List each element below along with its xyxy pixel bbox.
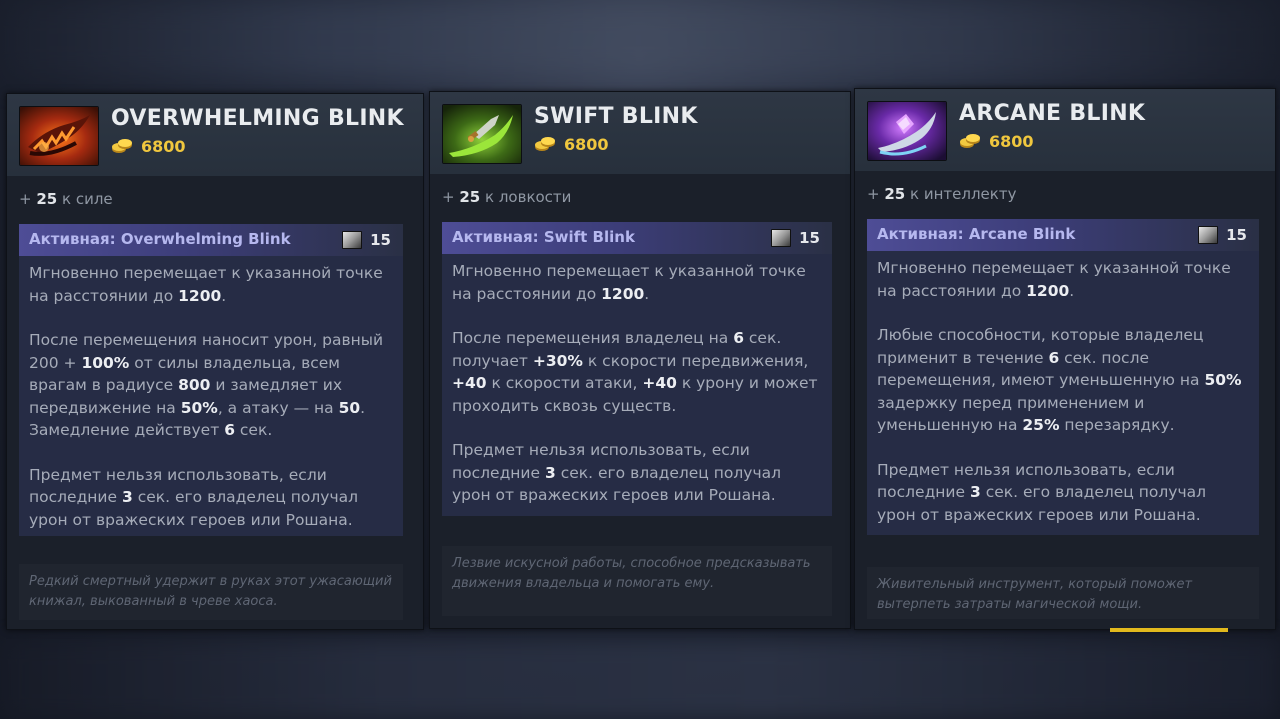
lore-section: Лезвие искусной работы, способное предск… xyxy=(442,546,832,616)
cooldown-indicator: 15 xyxy=(771,229,820,247)
stat-bonus: + 25 к интеллекту xyxy=(867,185,1016,203)
desc-paragraph-1: Мгновенно перемещает к указанной точке н… xyxy=(877,259,1231,300)
desc-paragraph-2: После перемещения владелец на 6 сек. пол… xyxy=(452,329,818,415)
stat-prefix: + xyxy=(442,188,455,206)
item-title: OVERWHELMING BLINK xyxy=(111,106,404,131)
lore-text: Редкий смертный удержит в руках этот ужа… xyxy=(29,574,392,609)
desc-paragraph-2: Любые способности, которые владелец прим… xyxy=(877,326,1242,434)
desc-paragraph-3: Предмет нельзя использовать, если послед… xyxy=(29,465,359,529)
item-cost: 6800 xyxy=(959,131,1034,151)
active-ability-title: Активная: Swift Blink xyxy=(452,228,635,246)
stat-prefix: + xyxy=(867,185,880,203)
stat-value: 25 xyxy=(459,188,481,206)
gold-coins-icon xyxy=(959,133,981,149)
cost-value: 6800 xyxy=(141,136,186,156)
active-ability-section: Активная: Overwhelming Blink 15 Мгновенн… xyxy=(19,224,403,536)
cost-value: 6800 xyxy=(564,134,609,154)
ability-description: Мгновенно перемещает к указанной точке н… xyxy=(877,257,1245,548)
cooldown-value: 15 xyxy=(1226,226,1247,244)
item-card-swift-blink: SWIFT BLINK 6800 + 25 к ловкости Активна… xyxy=(429,91,851,629)
lore-section: Живительный инструмент, который поможет … xyxy=(867,567,1259,619)
overwhelming-blink-dagger-icon xyxy=(19,106,99,166)
cost-value: 6800 xyxy=(989,131,1034,151)
cooldown-indicator: 15 xyxy=(342,231,391,249)
desc-paragraph-1: Мгновенно перемещает к указанной точке н… xyxy=(452,262,806,303)
item-card-header: OVERWHELMING BLINK 6800 xyxy=(7,94,423,176)
stat-bonus: + 25 к силе xyxy=(19,190,113,208)
desc-paragraph-1: Мгновенно перемещает к указанной точке н… xyxy=(29,264,383,305)
arcane-blink-dagger-icon xyxy=(867,101,947,161)
lore-text: Лезвие искусной работы, способное предск… xyxy=(452,556,811,591)
desc-paragraph-3: Предмет нельзя использовать, если послед… xyxy=(877,460,1207,524)
ability-description: Мгновенно перемещает к указанной точке н… xyxy=(29,262,397,553)
active-ability-section: Активная: Arcane Blink 15 Мгновенно пере… xyxy=(867,219,1259,535)
gold-coins-icon xyxy=(534,136,556,152)
cooldown-value: 15 xyxy=(799,229,820,247)
background-blur-top xyxy=(0,0,1280,80)
stat-prefix: + xyxy=(19,190,32,208)
active-ability-header: Активная: Swift Blink 15 xyxy=(442,222,832,254)
item-cost: 6800 xyxy=(534,134,609,154)
background-gold-strip xyxy=(1110,628,1228,632)
cooldown-indicator: 15 xyxy=(1198,226,1247,244)
item-card-overwhelming-blink: OVERWHELMING BLINK 6800 + 25 к силе Акти… xyxy=(6,93,424,630)
lore-text: Живительный инструмент, который поможет … xyxy=(877,577,1193,612)
stat-value: 25 xyxy=(884,185,906,203)
lore-section: Редкий смертный удержит в руках этот ужа… xyxy=(19,564,403,620)
cooldown-icon xyxy=(771,229,792,247)
active-ability-section: Активная: Swift Blink 15 Мгновенно перем… xyxy=(442,222,832,516)
active-ability-header: Активная: Overwhelming Blink 15 xyxy=(19,224,403,256)
ability-description: Мгновенно перемещает к указанной точке н… xyxy=(452,260,820,529)
stat-value: 25 xyxy=(36,190,58,208)
item-card-arcane-blink: ARCANE BLINK 6800 + 25 к интеллекту Акти… xyxy=(854,88,1276,630)
desc-paragraph-2: После перемещения наносит урон, равный 2… xyxy=(29,331,384,439)
active-ability-title: Активная: Arcane Blink xyxy=(877,225,1076,243)
item-title: ARCANE BLINK xyxy=(959,101,1146,126)
item-card-header: ARCANE BLINK 6800 xyxy=(855,89,1275,171)
active-ability-header: Активная: Arcane Blink 15 xyxy=(867,219,1259,251)
item-cost: 6800 xyxy=(111,136,186,156)
item-title: SWIFT BLINK xyxy=(534,104,698,129)
stat-bonus: + 25 к ловкости xyxy=(442,188,571,206)
active-ability-title: Активная: Overwhelming Blink xyxy=(29,230,291,248)
cooldown-value: 15 xyxy=(370,231,391,249)
gold-coins-icon xyxy=(111,138,133,154)
swift-blink-dagger-icon xyxy=(442,104,522,164)
stat-text: к ловкости xyxy=(485,188,572,206)
item-card-header: SWIFT BLINK 6800 xyxy=(430,92,850,174)
desc-paragraph-3: Предмет нельзя использовать, если послед… xyxy=(452,441,782,504)
background-blur-bottom xyxy=(0,640,1280,719)
cooldown-icon xyxy=(1198,226,1219,244)
cooldown-icon xyxy=(342,231,363,249)
stat-text: к силе xyxy=(62,190,113,208)
stat-text: к интеллекту xyxy=(910,185,1017,203)
